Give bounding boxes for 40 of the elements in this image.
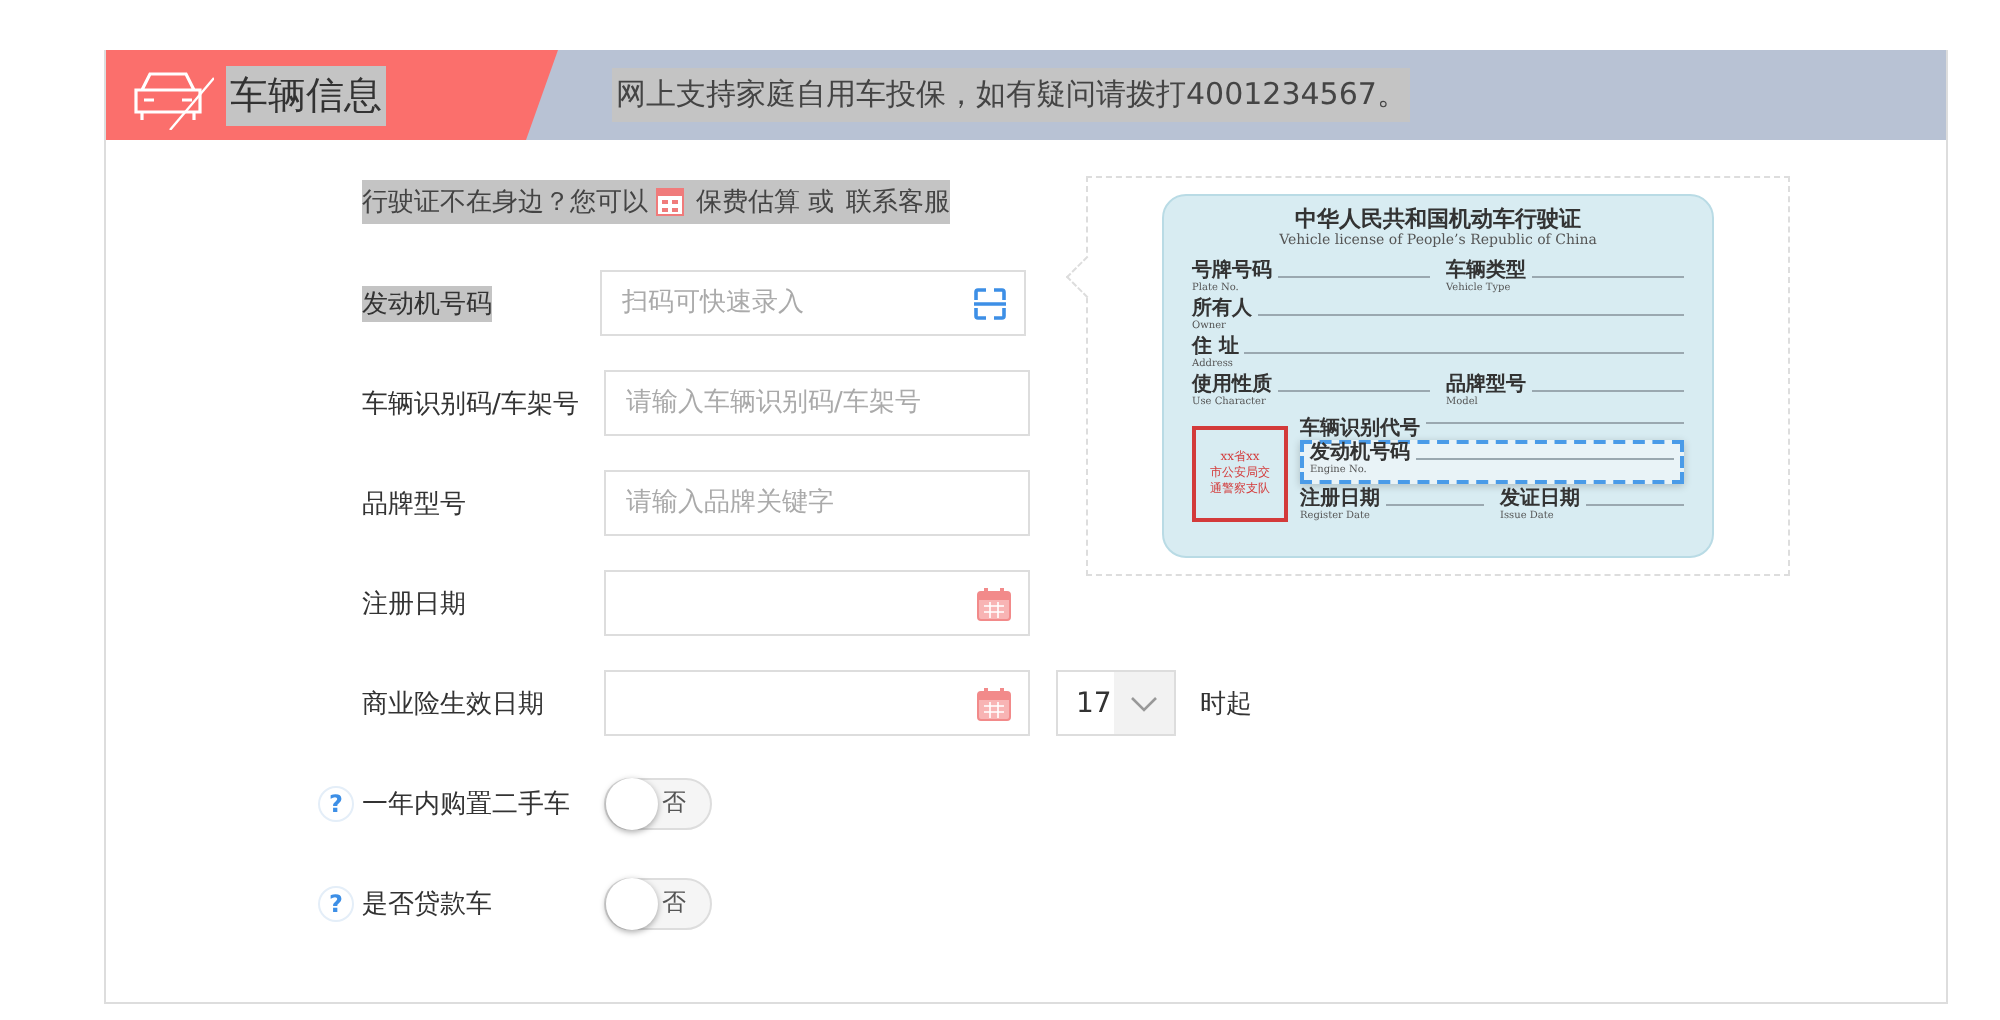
field-label: 车辆识别码/车架号 xyxy=(362,387,581,421)
text-field[interactable]: 请输入车辆识别码/车架号 xyxy=(604,370,1030,436)
text-field[interactable]: 请输入品牌关键字 xyxy=(604,470,1030,536)
contact-link[interactable]: 联系客服 xyxy=(846,184,950,220)
license-field-label: 所有人 xyxy=(1192,300,1252,320)
date-field[interactable] xyxy=(604,570,1030,636)
license-field-label: 号牌号码 xyxy=(1192,262,1272,282)
field-label: 是否贷款车 xyxy=(362,887,494,921)
help-icon[interactable]: ? xyxy=(318,785,354,821)
date-field[interactable] xyxy=(604,670,1030,736)
license-field-label: 注册日期 xyxy=(1300,490,1380,510)
license-field-label: 发证日期 xyxy=(1500,490,1580,510)
hour-suffix: 时起 xyxy=(1200,687,1252,721)
notice-text: 网上支持家庭自用车投保，如有疑问请拨打4001234567。 xyxy=(612,68,1411,122)
license-field-label: 车辆类型 xyxy=(1446,262,1526,282)
or-text: 或 xyxy=(808,186,834,220)
license-field-label: 车辆识别代号 xyxy=(1300,420,1420,440)
toggle-switch[interactable]: 否 xyxy=(604,777,712,829)
section-title: 车辆信息 xyxy=(226,65,386,125)
license-field-label: 使用性质 xyxy=(1192,376,1272,396)
scan-icon[interactable] xyxy=(972,286,1008,322)
calendar-icon[interactable] xyxy=(976,686,1012,722)
calculator-icon xyxy=(656,188,684,216)
text-field[interactable]: 扫码可快速录入 xyxy=(600,270,1026,336)
field-label: 一年内购置二手车 xyxy=(362,787,572,821)
license-field-label: 品牌型号 xyxy=(1446,376,1526,396)
estimate-link[interactable]: 保费估算 xyxy=(696,184,800,220)
field-label: 商业险生效日期 xyxy=(362,687,546,721)
license-title: 中华人民共和国机动车行驶证 xyxy=(1293,206,1583,232)
chevron-down-icon xyxy=(1130,695,1158,711)
license-field-label: 发动机号码 xyxy=(1310,444,1410,464)
help-icon[interactable]: ? xyxy=(318,885,354,921)
calendar-icon[interactable] xyxy=(976,586,1012,622)
license-field-label: 住 址 xyxy=(1192,338,1239,358)
field-label: 注册日期 xyxy=(362,587,468,621)
hour-select[interactable]: 17 xyxy=(1056,670,1176,736)
hint-text: 行驶证不在身边？您可以 xyxy=(362,186,648,220)
field-label: 发动机号码 xyxy=(362,285,492,321)
field-label: 品牌型号 xyxy=(362,487,468,521)
toggle-switch[interactable]: 否 xyxy=(604,877,712,929)
